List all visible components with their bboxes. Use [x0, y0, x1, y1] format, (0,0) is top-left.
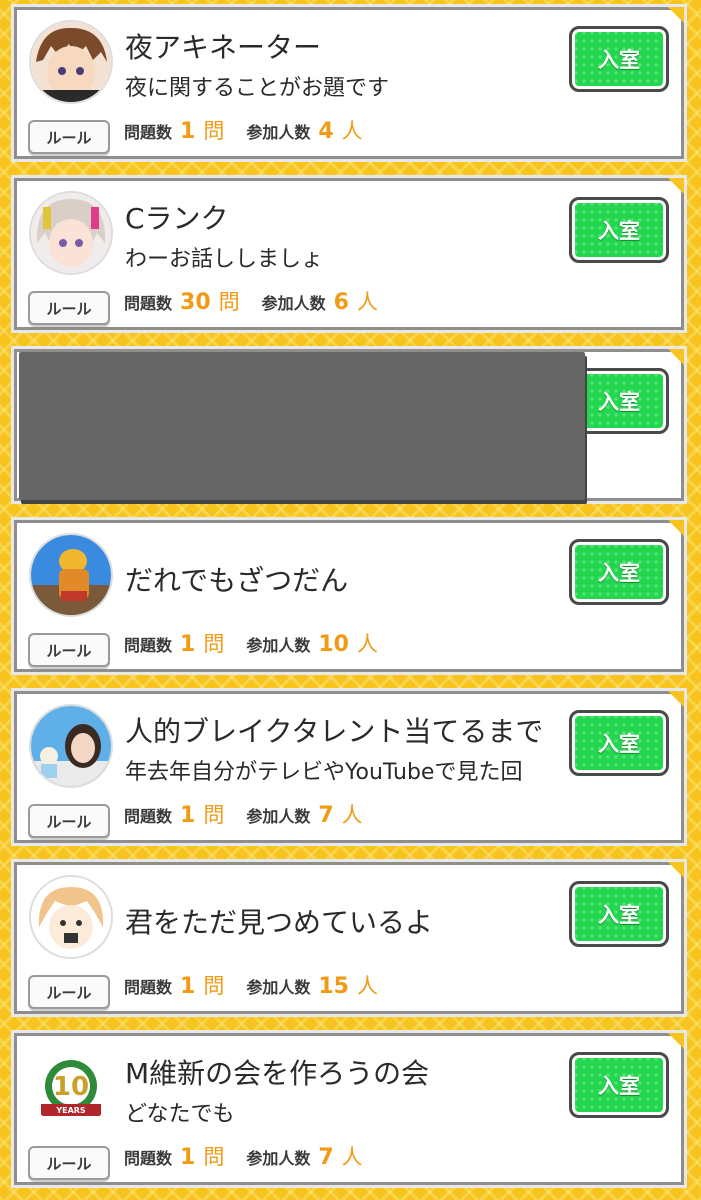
questions-count: 1	[180, 119, 196, 144]
rule-button[interactable]: ルール	[28, 975, 110, 1009]
participants-label: 参加人数	[246, 807, 311, 826]
questions-count: 1	[180, 632, 196, 657]
room-card[interactable]: 君をただ見つめているよ ルール 問題数 1 問 参加人数 15 人 入室	[14, 862, 684, 1014]
participants-label: 参加人数	[261, 294, 326, 313]
enter-room-button[interactable]: 入室	[569, 539, 669, 605]
enter-room-button[interactable]: 入室	[569, 26, 669, 92]
room-title: 君をただ見つめているよ	[125, 906, 434, 939]
room-card[interactable]: Cランク わーお話ししましょ ルール 問題数 30 問 参加人数 6 人 入室	[14, 178, 684, 330]
room-card[interactable]: 人的ブレイクタレント当てるまで 年去年自分がテレビやYouTubeで見た回 ルー…	[14, 691, 684, 843]
questions-count: 1	[180, 1145, 196, 1170]
participants-count: 10	[318, 632, 349, 657]
room-avatar	[29, 533, 113, 617]
room-description: どなたでも	[125, 1102, 235, 1127]
room-title: 夜アキネーター	[125, 31, 322, 64]
room-avatar	[29, 875, 113, 959]
room-description: 夜に関することがお題です	[125, 76, 390, 101]
room-avatar: 10 YEARS	[29, 1046, 113, 1130]
participants-count: 7	[318, 1145, 334, 1170]
participants-label: 参加人数	[246, 1149, 311, 1168]
questions-unit: 問	[203, 803, 225, 827]
questions-unit: 問	[203, 1145, 225, 1169]
questions-label: 問題数	[124, 294, 173, 313]
participants-count: 15	[318, 974, 349, 999]
questions-unit: 問	[203, 632, 225, 656]
questions-label: 問題数	[124, 1149, 173, 1168]
participants-count: 4	[318, 119, 334, 144]
room-stats: 問題数 1 問 参加人数 10 人	[124, 628, 392, 662]
rule-button[interactable]: ルール	[28, 633, 110, 667]
questions-unit: 問	[218, 290, 240, 314]
redaction-block	[19, 352, 585, 500]
room-avatar	[29, 20, 113, 104]
room-card[interactable]: 入室	[14, 349, 684, 501]
room-card[interactable]: だれでもざつだん ルール 問題数 1 問 参加人数 10 人 入室	[14, 520, 684, 672]
room-description: わーお話ししましょ	[125, 247, 324, 272]
room-stats: 問題数 1 問 参加人数 7 人	[124, 1141, 377, 1175]
room-stats: 問題数 30 問 参加人数 6 人	[124, 286, 392, 320]
participants-count: 6	[333, 290, 349, 315]
participants-count: 7	[318, 803, 334, 828]
participants-unit: 人	[341, 803, 363, 827]
room-title: だれでもざつだん	[125, 564, 349, 597]
questions-unit: 問	[203, 119, 225, 143]
questions-count: 1	[180, 803, 196, 828]
participants-unit: 人	[356, 974, 378, 998]
enter-room-button[interactable]: 入室	[569, 1052, 669, 1118]
questions-label: 問題数	[124, 978, 173, 997]
room-title: Cランク	[125, 202, 229, 235]
svg-text:YEARS: YEARS	[55, 1106, 86, 1115]
room-title: 人的ブレイクタレント当てるまで	[125, 715, 544, 748]
rule-button[interactable]: ルール	[28, 804, 110, 838]
questions-label: 問題数	[124, 123, 173, 142]
questions-label: 問題数	[124, 807, 173, 826]
enter-room-button[interactable]: 入室	[569, 881, 669, 947]
participants-label: 参加人数	[246, 123, 311, 142]
room-avatar	[29, 704, 113, 788]
room-title: M維新の会を作ろうの会	[125, 1057, 430, 1090]
participants-unit: 人	[341, 1145, 363, 1169]
enter-room-button[interactable]: 入室	[569, 710, 669, 776]
questions-unit: 問	[203, 974, 225, 998]
rule-button[interactable]: ルール	[28, 291, 110, 325]
participants-unit: 人	[356, 632, 378, 656]
questions-count: 1	[180, 974, 196, 999]
room-description: 年去年自分がテレビやYouTubeで見た回	[125, 760, 523, 785]
participants-label: 参加人数	[246, 978, 311, 997]
room-card[interactable]: 夜アキネーター 夜に関することがお題です ルール 問題数 1 問 参加人数 4 …	[14, 7, 684, 159]
participants-unit: 人	[356, 290, 378, 314]
participants-unit: 人	[341, 119, 363, 143]
rule-button[interactable]: ルール	[28, 1146, 110, 1180]
room-stats: 問題数 1 問 参加人数 15 人	[124, 970, 392, 1004]
room-stats: 問題数 1 問 参加人数 4 人	[124, 115, 377, 149]
participants-label: 参加人数	[246, 636, 311, 655]
room-card[interactable]: 10 YEARS M維新の会を作ろうの会 どなたでも ルール 問題数 1 問 参加…	[14, 1033, 684, 1185]
room-stats: 問題数 1 問 参加人数 7 人	[124, 799, 377, 833]
rule-button[interactable]: ルール	[28, 120, 110, 154]
questions-count: 30	[180, 290, 211, 315]
enter-room-button[interactable]: 入室	[569, 197, 669, 263]
room-avatar	[29, 191, 113, 275]
questions-label: 問題数	[124, 636, 173, 655]
svg-text:10: 10	[53, 1072, 89, 1102]
